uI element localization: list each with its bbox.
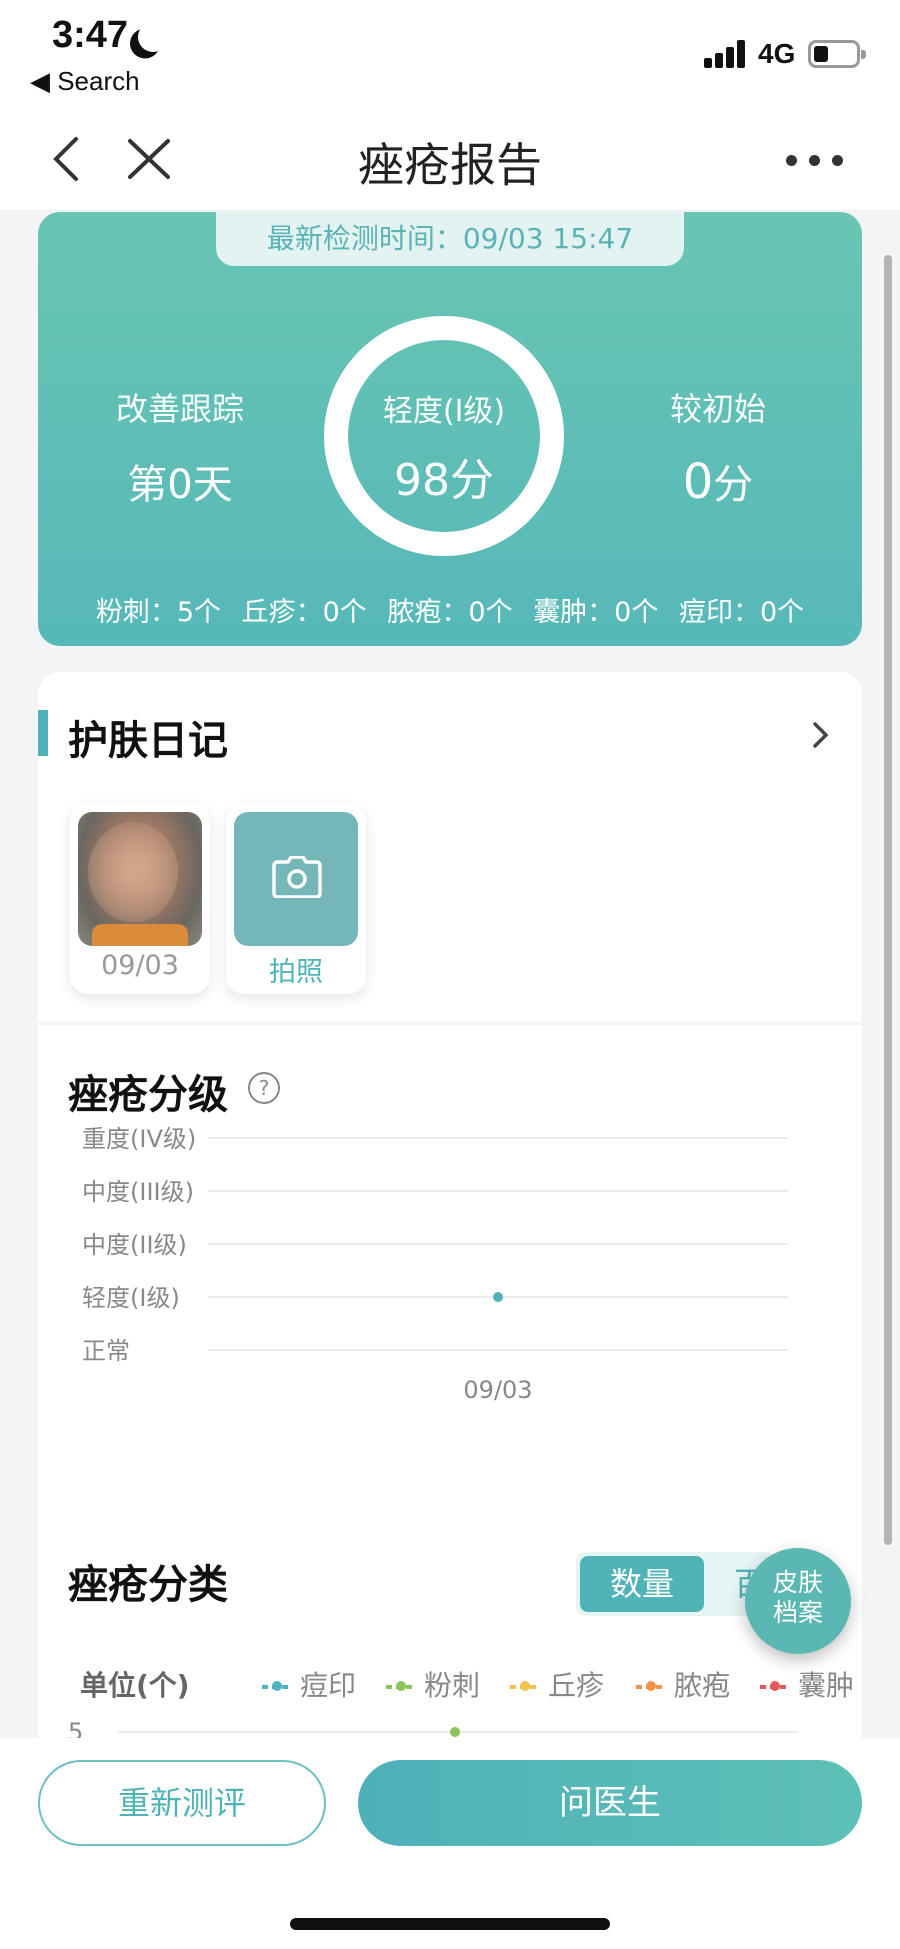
legend-item[interactable]: 脓疱 — [636, 1664, 730, 1704]
count-comedone: 粉刺：5个 — [95, 597, 222, 628]
compare-block: 较初始 0分 — [608, 384, 828, 510]
network-type: 4G — [758, 38, 796, 69]
scrollbar[interactable] — [884, 255, 892, 1545]
legend-label: 痘印 — [300, 1669, 357, 1702]
lesion-counts: 粉刺：5个 丘疹：0个 脓疱：0个 囊肿：0个 痘印：0个 — [38, 590, 862, 629]
grading-chart: 正常 轻度(I级) 中度(II级) 中度(III级) 重度(IV级) 09/03 — [82, 1125, 788, 1404]
divider — [38, 1022, 862, 1025]
page-title: 痤疮报告 — [358, 138, 542, 192]
legend-marker — [636, 1681, 666, 1691]
home-indicator[interactable] — [290, 1918, 610, 1930]
count-papule: 丘疹：0个 — [241, 597, 367, 628]
grade-tick-label: 正常 — [82, 1337, 130, 1365]
more-options-icon[interactable] — [780, 145, 850, 175]
legend-item[interactable]: 丘疹 — [510, 1664, 604, 1704]
legend-marker — [760, 1681, 790, 1691]
legend-item[interactable]: 囊肿 — [760, 1664, 854, 1704]
skin-profile-line1: 皮肤 — [772, 1568, 823, 1597]
section-accent — [38, 710, 48, 756]
legend-label: 粉刺 — [424, 1669, 481, 1702]
face-photo — [78, 812, 202, 946]
acne-summary-card: 最新检测时间：09/03 15:47 改善跟踪 第0天 轻度(I级) 98分 较… — [38, 212, 862, 646]
compare-label: 较初始 — [669, 390, 766, 428]
legend-label: 丘疹 — [548, 1669, 605, 1702]
legend-label: 囊肿 — [798, 1669, 855, 1702]
camera-tile — [234, 812, 358, 946]
diary-title: 护肤日记 — [68, 718, 228, 764]
score-ring: 轻度(I级) 98分 — [324, 316, 564, 556]
diary-entry-date: 09/03 — [101, 950, 179, 981]
diary-entry[interactable]: 09/03 — [70, 804, 210, 994]
grade-tick-label: 中度(II级) — [82, 1231, 187, 1259]
segment-count[interactable]: 数量 — [580, 1556, 704, 1612]
help-icon[interactable]: ? — [248, 1072, 280, 1104]
status-time: 3:47 — [52, 14, 129, 56]
tracking-value: 第0天 — [127, 462, 233, 508]
battery-level — [814, 46, 828, 62]
unit-label: 单位(个) — [80, 1669, 190, 1702]
moon-icon — [136, 20, 171, 55]
take-photo-label: 拍照 — [269, 957, 323, 988]
legend-marker — [386, 1681, 416, 1691]
count-mark: 痘印：0个 — [678, 597, 805, 628]
status-bar: 3:47 ◀ Search 4G — [0, 0, 900, 105]
grade-tick-label: 轻度(I级) — [82, 1284, 180, 1312]
acne-score: 98分 — [394, 455, 494, 506]
chevron-right-icon[interactable] — [810, 720, 832, 750]
content-panel: 护肤日记 09/03 拍照 痤疮分级 ? 正常 轻度(I级) 中度(II级) 中度(I… — [38, 672, 862, 1752]
count-cyst: 囊肿：0个 — [533, 597, 659, 628]
bottom-action-bar: 重新测评 问医生 — [0, 1738, 900, 1949]
grade-point — [493, 1292, 503, 1302]
legend-marker — [510, 1681, 540, 1691]
detect-time: 最新检测时间：09/03 15:47 — [216, 212, 684, 266]
tracking-label: 改善跟踪 — [115, 390, 244, 428]
compare-value: 0分 — [682, 454, 754, 510]
take-photo-button[interactable]: 拍照 — [226, 804, 366, 994]
retest-button[interactable]: 重新测评 — [38, 1760, 326, 1846]
signal-icon — [704, 40, 748, 68]
skin-profile-line2: 档案 — [772, 1598, 823, 1627]
grade-tick-label: 中度(III级) — [82, 1178, 194, 1206]
legend-item[interactable]: 粉刺 — [386, 1664, 480, 1704]
skin-profile-button[interactable]: 皮肤 档案 — [745, 1548, 851, 1654]
tracking-block: 改善跟踪 第0天 — [70, 384, 290, 510]
classification-title: 痤疮分类 — [68, 1562, 228, 1608]
legend-label: 脓疱 — [674, 1669, 731, 1702]
back-to-search-link[interactable]: ◀ Search — [30, 66, 140, 97]
legend-marker — [262, 1681, 292, 1691]
nav-bar: 痤疮报告 — [0, 105, 900, 211]
classification-legend: 单位(个) 痘印 粉刺 丘疹 脓疱 囊肿 — [80, 1664, 860, 1704]
camera-icon — [272, 856, 322, 898]
acne-grade: 轻度(I级) — [382, 394, 506, 429]
legend-item[interactable]: 痘印 — [262, 1664, 356, 1704]
count-pustule: 脓疱：0个 — [387, 597, 513, 628]
grade-tick-label: 重度(IV级) — [82, 1125, 196, 1153]
cls-point — [450, 1727, 460, 1737]
battery-icon — [808, 40, 866, 68]
grade-x-label: 09/03 — [463, 1376, 532, 1404]
ask-doctor-button[interactable]: 问医生 — [358, 1760, 862, 1846]
